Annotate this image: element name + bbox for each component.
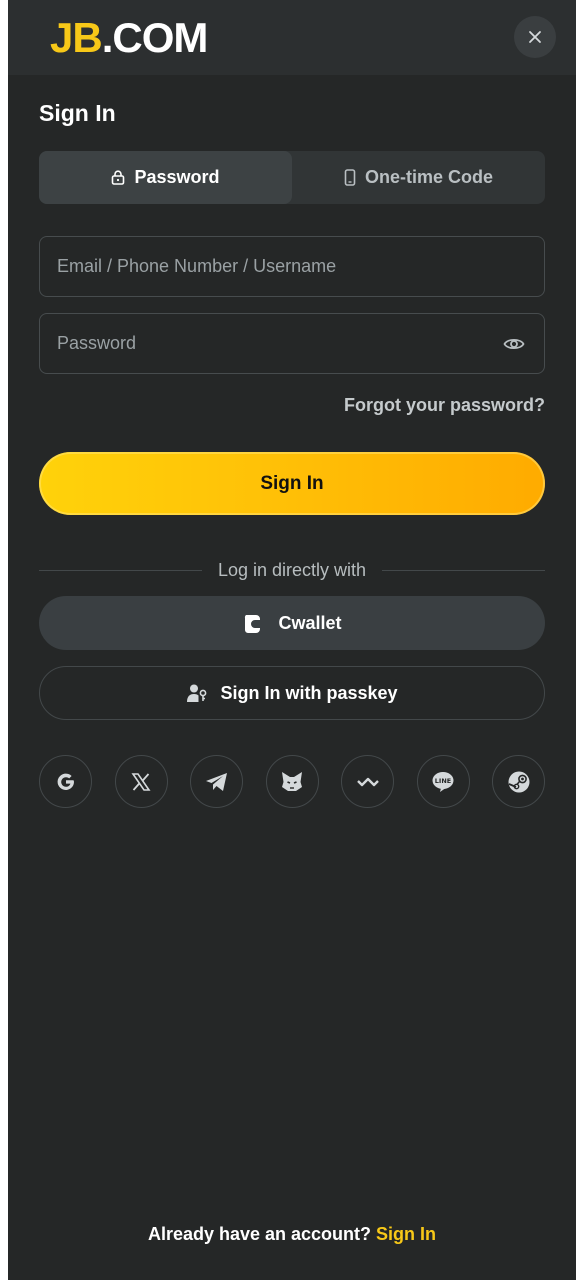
page-title: Sign In: [39, 100, 116, 126]
phone-icon: [344, 169, 356, 186]
walletconnect-login-button[interactable]: [341, 755, 394, 808]
metamask-icon: [282, 771, 302, 791]
tab-one-time-code-label: One-time Code: [364, 167, 493, 187]
alt-login-divider: Log in directly with: [39, 557, 546, 583]
cwallet-icon: [245, 615, 261, 633]
tab-password-label: Password: [134, 167, 220, 187]
passkey-button[interactable]: Sign In with passkey: [39, 666, 545, 720]
cwallet-button[interactable]: Cwallet: [39, 596, 545, 650]
divider-line-left: [39, 569, 202, 571]
logo-jb: JB: [50, 14, 103, 61]
metamask-login-button[interactable]: [265, 755, 319, 808]
password-input[interactable]: [57, 333, 501, 354]
account-input[interactable]: [57, 256, 527, 277]
account-field: [39, 236, 545, 297]
svg-text:LINE: LINE: [435, 777, 451, 785]
passkey-label: Sign In with passkey: [220, 682, 398, 703]
x-icon: [131, 772, 151, 791]
top-bar: JB.COM: [8, 0, 576, 75]
walletconnect-icon: [356, 777, 379, 786]
tab-one-time-code[interactable]: One-time Code: [292, 151, 545, 204]
cwallet-label: Cwallet: [278, 612, 342, 633]
social-login-row: LINE: [39, 755, 545, 808]
steam-login-button[interactable]: [492, 755, 545, 808]
lock-icon: [112, 170, 125, 185]
footer: Already have an account? Sign In: [8, 1224, 576, 1245]
google-icon: [57, 773, 74, 790]
divider-line-right: [382, 569, 546, 571]
brand-logo[interactable]: JB.COM: [50, 14, 209, 62]
tab-password[interactable]: Password: [39, 151, 292, 204]
steam-icon: [508, 771, 529, 792]
x-login-button[interactable]: [114, 755, 168, 808]
show-password-button[interactable]: [501, 331, 527, 357]
password-field: [39, 313, 545, 374]
divider-text: Log in directly with: [217, 559, 367, 580]
close-button[interactable]: [514, 16, 556, 58]
logo-com: .COM: [101, 14, 209, 61]
close-icon: [529, 31, 541, 43]
sign-in-panel: JB.COM Sign In Password One-time Code Em…: [8, 0, 576, 1280]
line-login-button[interactable]: LINE: [416, 755, 470, 808]
login-method-tabs: Password One-time Code: [39, 151, 545, 204]
telegram-login-button[interactable]: [190, 755, 243, 808]
footer-sign-in-link[interactable]: Sign In: [376, 1224, 436, 1244]
google-login-button[interactable]: [39, 755, 92, 808]
telegram-icon: [205, 772, 227, 791]
eye-icon: [503, 338, 525, 349]
passkey-icon: [187, 684, 207, 702]
forgot-password-link[interactable]: Forgot your password?: [344, 395, 545, 416]
sign-in-button[interactable]: Sign In: [39, 452, 545, 515]
line-icon: LINE: [432, 771, 454, 792]
footer-prompt: Already have an account?: [147, 1224, 372, 1244]
